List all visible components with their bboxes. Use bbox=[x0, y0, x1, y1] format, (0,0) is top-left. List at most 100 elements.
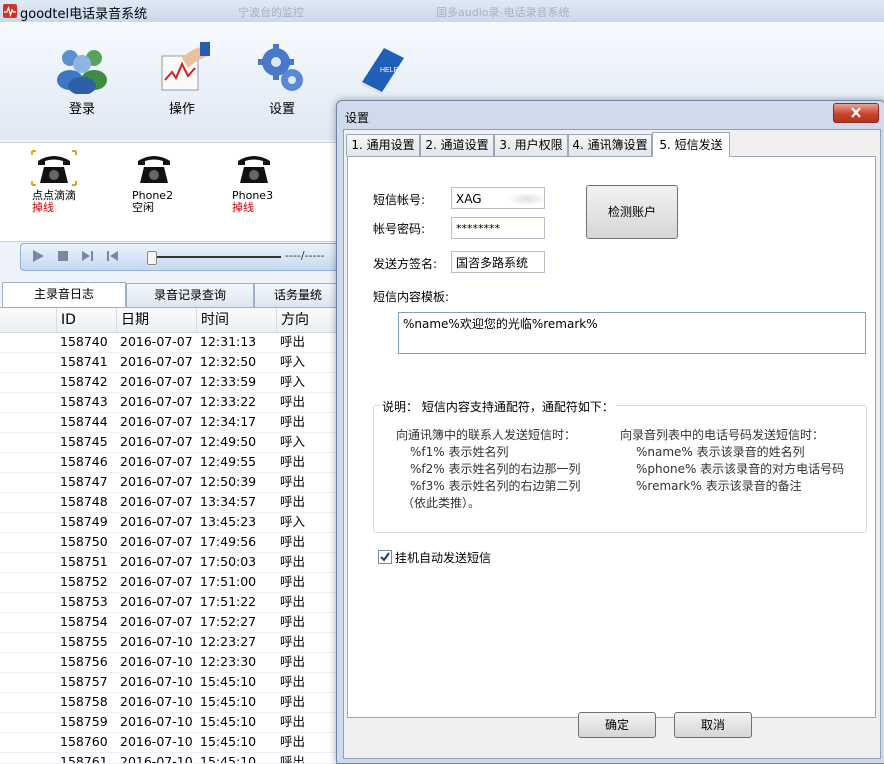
account-label: 短信帐号: bbox=[373, 193, 426, 207]
cell-date: 2016-07-07 bbox=[120, 334, 193, 349]
table-row[interactable]: 158758 2016-07-10 15:45:10 呼出 bbox=[0, 692, 340, 713]
table-row[interactable]: 158741 2016-07-07 12:32:50 呼入 bbox=[0, 352, 340, 373]
table-row[interactable]: 158740 2016-07-07 12:31:13 呼出 bbox=[0, 332, 340, 353]
background-window-tab[interactable]: 国多audio录-电话录音系统 bbox=[436, 4, 569, 19]
stop-icon bbox=[58, 251, 68, 261]
tab-general-settings[interactable]: 1. 通用设置 bbox=[346, 134, 420, 156]
cell-time: 12:33:59 bbox=[200, 374, 257, 389]
cell-time: 12:31:13 bbox=[200, 334, 257, 349]
table-row[interactable]: 158745 2016-07-07 12:49:50 呼入 bbox=[0, 432, 340, 453]
recording-log-table: ID 日期 时间 方向 158740 2016-07-07 12:31:13 呼出 15… bbox=[0, 307, 340, 763]
cell-id: 158755 bbox=[60, 634, 108, 649]
cell-direction: 呼出 bbox=[280, 494, 306, 509]
phone-line-3[interactable]: Phone3 掉线 bbox=[222, 149, 312, 214]
column-header-date[interactable]: 日期 bbox=[116, 308, 193, 332]
cell-direction: 呼出 bbox=[280, 474, 306, 489]
table-row[interactable]: 158744 2016-07-07 12:34:17 呼出 bbox=[0, 412, 340, 433]
dialog-body: 1. 通用设置 2. 通道设置 3. 用户权限 4. 通讯簿设置 5. 短信发送… bbox=[343, 129, 881, 759]
cell-id: 158749 bbox=[60, 514, 108, 529]
cell-time: 15:45:10 bbox=[200, 734, 257, 749]
next-button[interactable] bbox=[81, 249, 95, 263]
account-input[interactable]: XAG bbox=[451, 187, 545, 209]
cell-direction: 呼出 bbox=[280, 574, 306, 589]
cell-date: 2016-07-10 bbox=[120, 714, 193, 729]
cell-date: 2016-07-07 bbox=[120, 574, 193, 589]
ok-button[interactable]: 确定 bbox=[578, 712, 656, 738]
tab-main-log[interactable]: 主录音日志 bbox=[2, 282, 126, 308]
table-row[interactable]: 158756 2016-07-10 12:23:30 呼出 bbox=[0, 652, 340, 673]
tab-record-query[interactable]: 录音记录查询 bbox=[126, 283, 254, 307]
table-row[interactable]: 158753 2016-07-07 17:51:22 呼出 bbox=[0, 592, 340, 613]
table-row[interactable]: 158743 2016-07-07 12:33:22 呼出 bbox=[0, 392, 340, 413]
table-row[interactable]: 158755 2016-07-10 12:23:27 呼出 bbox=[0, 632, 340, 653]
column-header-time[interactable]: 时间 bbox=[196, 308, 273, 332]
stop-button[interactable] bbox=[56, 249, 70, 263]
telephone-icon bbox=[31, 150, 77, 186]
settings-button[interactable]: 设置 bbox=[242, 42, 322, 117]
template-input[interactable]: %name%欢迎您的光临%remark% bbox=[398, 312, 866, 354]
cell-time: 12:23:27 bbox=[200, 634, 257, 649]
table-row[interactable]: 158748 2016-07-07 13:34:57 呼出 bbox=[0, 492, 340, 513]
help-button[interactable]: HELP bbox=[340, 42, 420, 94]
password-label: 帐号密码: bbox=[373, 222, 426, 236]
cell-time: 17:50:03 bbox=[200, 554, 257, 569]
login-label: 登录 bbox=[68, 102, 95, 117]
cell-time: 12:32:50 bbox=[200, 354, 257, 369]
operate-label: 操作 bbox=[168, 102, 195, 117]
cell-direction: 呼出 bbox=[280, 594, 306, 609]
cell-date: 2016-07-10 bbox=[120, 634, 193, 649]
cell-direction: 呼出 bbox=[280, 334, 306, 349]
table-row[interactable]: 158752 2016-07-07 17:51:00 呼出 bbox=[0, 572, 340, 593]
cell-time: 15:45:10 bbox=[200, 674, 257, 689]
phone-line-2[interactable]: Phone2 空闲 bbox=[122, 149, 212, 214]
cell-id: 158751 bbox=[60, 554, 108, 569]
previous-button[interactable] bbox=[105, 249, 119, 263]
tab-user-permissions[interactable]: 3. 用户权限 bbox=[494, 134, 568, 156]
phone-line-panel: 点点滴滴 掉线 Phone2 空闲 Phone3 掉线 bbox=[0, 142, 340, 242]
operate-button[interactable]: 操作 bbox=[142, 42, 222, 117]
table-row[interactable]: 158749 2016-07-07 13:45:23 呼入 bbox=[0, 512, 340, 533]
progress-slider[interactable] bbox=[147, 251, 157, 265]
sender-signature-input[interactable]: 国咨多路系统 bbox=[451, 251, 545, 273]
wildcard-help-group: 说明： 短信内容支持通配符，通配符如下： 向通讯簿中的联系人发送短信时： %f1… bbox=[373, 398, 867, 533]
table-row[interactable]: 158746 2016-07-07 12:49:55 呼出 bbox=[0, 452, 340, 473]
table-row[interactable]: 158759 2016-07-10 15:45:10 呼出 bbox=[0, 712, 340, 733]
column-header-id[interactable]: ID bbox=[56, 308, 113, 332]
cell-date: 2016-07-10 bbox=[120, 734, 193, 749]
tab-channel-settings[interactable]: 2. 通道设置 bbox=[420, 134, 494, 156]
phone-line-1[interactable]: 点点滴滴 掉线 bbox=[22, 149, 112, 214]
cell-date: 2016-07-07 bbox=[120, 374, 193, 389]
cell-direction: 呼出 bbox=[280, 454, 306, 469]
background-window-tab[interactable]: 宁波台的监控 bbox=[238, 4, 304, 19]
table-row[interactable]: 158760 2016-07-10 15:45:10 呼出 bbox=[0, 732, 340, 753]
help-right-line: %name% 表示该录音的姓名列 bbox=[636, 445, 805, 459]
help-right-line: %phone% 表示该录音的对方电话号码 bbox=[636, 462, 845, 476]
table-row[interactable]: 158750 2016-07-07 17:49:56 呼出 bbox=[0, 532, 340, 553]
help-legend: 说明： 短信内容支持通配符，通配符如下： bbox=[380, 398, 616, 415]
tab-traffic-stats[interactable]: 话务量统 bbox=[254, 283, 342, 307]
cell-date: 2016-07-07 bbox=[120, 554, 193, 569]
help-right-line: %remark% 表示该录音的备注 bbox=[636, 479, 802, 493]
cell-id: 158754 bbox=[60, 614, 108, 629]
column-header-direction[interactable]: 方向 bbox=[276, 308, 340, 332]
table-row[interactable]: 158754 2016-07-07 17:52:27 呼出 bbox=[0, 612, 340, 633]
cell-id: 158753 bbox=[60, 594, 108, 609]
tab-addressbook-settings[interactable]: 4. 通讯簿设置 bbox=[568, 134, 652, 156]
table-row[interactable]: 158742 2016-07-07 12:33:59 呼入 bbox=[0, 372, 340, 393]
table-row[interactable]: 158747 2016-07-07 12:50:39 呼出 bbox=[0, 472, 340, 493]
progress-track[interactable] bbox=[151, 256, 281, 258]
gears-icon bbox=[258, 44, 303, 91]
settings-label: 设置 bbox=[268, 102, 295, 117]
password-input[interactable]: ******** bbox=[451, 217, 545, 239]
table-row[interactable]: 158761 2016-07-10 15:45:10 呼出 bbox=[0, 752, 340, 763]
check-account-button[interactable]: 检测账户 bbox=[586, 185, 678, 239]
tab-sms-sending[interactable]: 5. 短信发送 bbox=[652, 132, 730, 157]
table-row[interactable]: 158757 2016-07-10 15:45:10 呼出 bbox=[0, 672, 340, 693]
auto-send-checkbox[interactable] bbox=[378, 550, 392, 564]
cancel-button[interactable]: 取消 bbox=[674, 712, 752, 738]
close-button[interactable] bbox=[833, 103, 879, 123]
table-row[interactable]: 158751 2016-07-07 17:50:03 呼出 bbox=[0, 552, 340, 573]
login-button[interactable]: 登录 bbox=[42, 42, 122, 117]
play-button[interactable] bbox=[31, 249, 45, 263]
cell-time: 13:34:57 bbox=[200, 494, 257, 509]
